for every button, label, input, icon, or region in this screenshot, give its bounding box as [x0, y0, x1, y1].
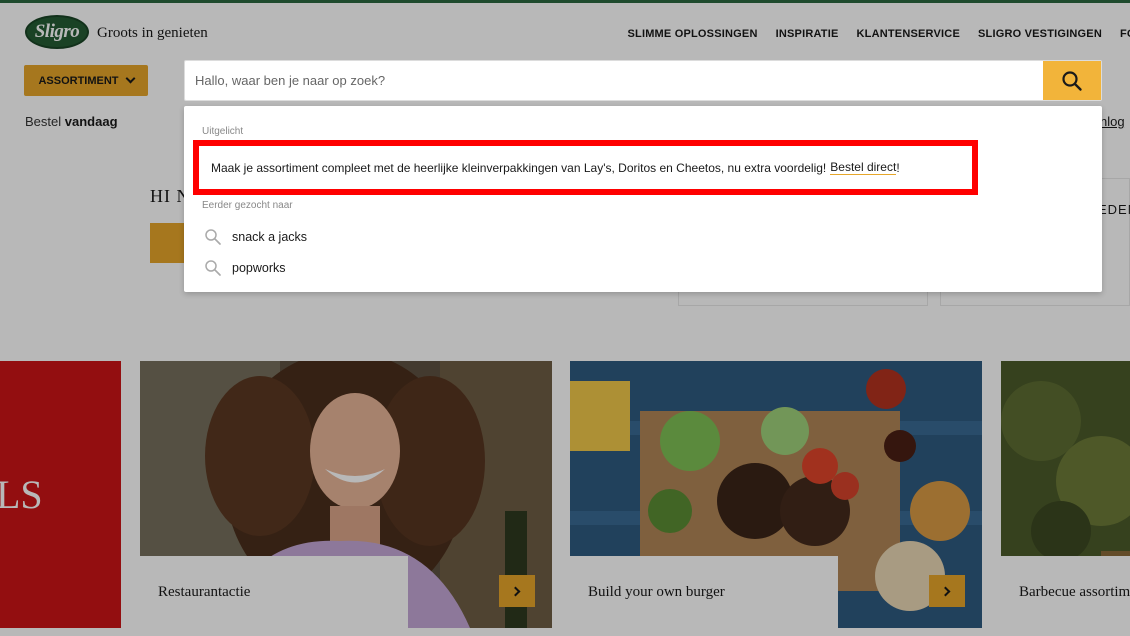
featured-suffix: !: [896, 160, 900, 175]
history-item-label: snack a jacks: [232, 230, 308, 244]
history-item[interactable]: snack a jacks: [204, 228, 307, 246]
featured-text: Maak je assortiment compleet met de heer…: [211, 160, 827, 175]
search-suggestions-dropdown: Uitgelicht Maak je assortiment compleet …: [184, 106, 1102, 292]
search-icon: [205, 229, 221, 245]
search-icon: [205, 260, 221, 276]
search-bar: [184, 60, 1102, 101]
bestel-direct-link[interactable]: Bestel direct: [830, 160, 897, 175]
history-heading: Eerder gezocht naar: [202, 200, 293, 211]
history-item-label: popworks: [232, 261, 286, 275]
featured-heading: Uitgelicht: [202, 126, 244, 137]
search-button[interactable]: [1043, 61, 1101, 100]
featured-suggestion[interactable]: Maak je assortiment compleet met de heer…: [193, 140, 978, 195]
search-icon: [1062, 70, 1082, 91]
search-input[interactable]: [185, 61, 1045, 100]
history-item[interactable]: popworks: [204, 259, 286, 277]
